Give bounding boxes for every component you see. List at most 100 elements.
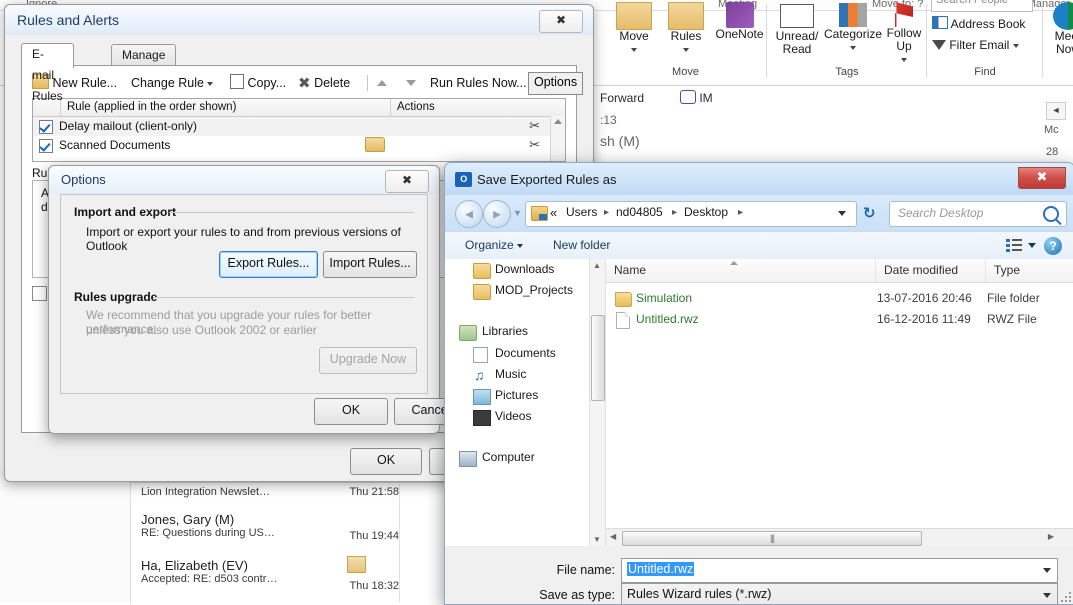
ribbon-button-unread-read[interactable]: Unread/ Read — [770, 2, 824, 56]
address-bar[interactable]: « Users ▸ nd04805 ▸ Desktop ▸ — [525, 201, 857, 227]
rules-grid-col-actions[interactable]: Actions — [391, 99, 538, 116]
scrollbar-thumb[interactable] — [591, 315, 605, 401]
chevron-down-icon[interactable] — [683, 47, 689, 52]
scroll-left-icon[interactable]: ◀ — [610, 532, 616, 541]
column-header-type[interactable]: Type — [986, 259, 1073, 282]
export-rules-button[interactable]: Export Rules... — [219, 251, 318, 278]
nav-pane-scrollbar[interactable]: ▲ ▼ — [589, 259, 605, 546]
table-row[interactable]: Simulation 13-07-2016 20:46 File folder — [606, 289, 1073, 310]
search-people-input[interactable]: Search People — [931, 0, 1033, 12]
ribbon-item-filter-email[interactable]: Filter Email — [932, 38, 1019, 52]
filter-email-icon — [932, 40, 946, 50]
todo-prev-button[interactable]: ◄ — [1046, 102, 1066, 120]
chevron-down-icon[interactable] — [631, 47, 637, 52]
rule-enabled-checkbox[interactable] — [39, 139, 53, 153]
refresh-icon[interactable]: ↻ — [863, 204, 876, 222]
ribbon-button-rules[interactable]: Rules — [660, 2, 712, 56]
nav-item-documents[interactable]: Documents — [495, 346, 556, 360]
music-icon: ♫ — [474, 367, 485, 383]
breadcrumb-desktop[interactable]: Desktop — [684, 205, 728, 219]
new-folder-button[interactable]: New folder — [553, 238, 610, 252]
ribbon-button-follow-up[interactable]: Follow Up — [882, 2, 926, 66]
reading-pane-im[interactable]: IM — [680, 90, 713, 105]
file-name-input[interactable]: Untitled.rwz — [621, 558, 1058, 583]
copy-button[interactable]: Copy... — [230, 72, 286, 94]
close-icon[interactable]: ✖ — [539, 10, 583, 33]
forward-button[interactable]: ► — [483, 200, 511, 228]
chevron-down-icon[interactable] — [207, 81, 214, 86]
rules-dialog-titlebar[interactable]: Rules and Alerts ✖ — [5, 5, 593, 35]
nav-item-mod-projects[interactable]: MOD_Projects — [495, 283, 573, 297]
move-up-button[interactable] — [377, 80, 387, 86]
reading-pane-forward[interactable]: Forward — [600, 91, 644, 105]
import-export-description: Import or export your rules to and from … — [86, 225, 401, 253]
chevron-down-icon[interactable] — [838, 211, 846, 216]
close-icon[interactable]: ✖ — [1018, 167, 1066, 189]
change-rule-button[interactable]: Change Rule — [131, 72, 214, 94]
ribbon-button-meet-now[interactable]: Meet Now — [1046, 2, 1073, 56]
rules-grid-col-rule[interactable]: Rule (applied in the order shown) — [61, 99, 391, 116]
table-row[interactable]: Scanned Documents ✂ — [33, 136, 565, 155]
move-down-button[interactable] — [406, 80, 416, 86]
run-rules-now-button[interactable]: Run Rules Now... — [430, 72, 527, 94]
delete-button[interactable]: ✖ Delete — [298, 72, 350, 94]
back-button[interactable]: ◄ — [455, 200, 483, 228]
options-dialog-titlebar[interactable]: Options ✖ — [49, 166, 439, 194]
videos-icon — [473, 410, 491, 426]
tab-email-rules[interactable]: E-mail Rules — [21, 43, 74, 103]
nav-item-videos[interactable]: Videos — [495, 409, 531, 423]
rule-enabled-checkbox[interactable] — [39, 120, 53, 134]
rules-ok-button[interactable]: OK — [350, 448, 422, 475]
rules-grid-scrollbar[interactable] — [550, 116, 565, 161]
table-row[interactable]: Untitled.rwz 16-12-2016 11:49 RWZ File — [606, 310, 1073, 331]
recent-pages-icon[interactable]: ▼ — [513, 208, 522, 218]
chevron-down-icon[interactable] — [901, 57, 907, 62]
help-icon[interactable]: ? — [1044, 237, 1062, 255]
view-list-icon[interactable] — [1006, 239, 1022, 253]
file-list-pane: Name Date modified Type Simulation 13-07… — [606, 259, 1073, 546]
nav-item-downloads[interactable]: Downloads — [495, 262, 554, 276]
save-as-type-select[interactable]: Rules Wizard rules (*.rwz) — [621, 583, 1058, 604]
organize-button[interactable]: Organize — [465, 238, 524, 252]
scroll-down-icon[interactable]: ▼ — [593, 535, 601, 544]
chevron-down-icon[interactable] — [517, 243, 524, 248]
nav-item-libraries[interactable]: Libraries — [482, 324, 528, 338]
nav-item-music[interactable]: Music — [495, 367, 526, 381]
breadcrumb-sep: ▸ — [738, 207, 744, 218]
save-dialog-titlebar[interactable]: O Save Exported Rules as ✖ — [445, 163, 1073, 195]
breadcrumb-nd04805[interactable]: nd04805 — [616, 205, 663, 219]
column-header-date-modified[interactable]: Date modified — [876, 259, 986, 282]
nav-item-pictures[interactable]: Pictures — [495, 388, 538, 402]
view-dropdown-icon[interactable] — [1028, 243, 1036, 248]
import-rules-button[interactable]: Import Rules... — [323, 251, 417, 278]
chevron-down-icon[interactable] — [1043, 568, 1051, 573]
breadcrumb-users[interactable]: Users — [566, 205, 597, 219]
chevron-down-icon[interactable] — [1043, 593, 1051, 598]
scroll-up-icon[interactable]: ▲ — [593, 261, 601, 270]
ribbon-item-address-book[interactable]: Address Book — [932, 16, 1025, 31]
breadcrumb-prefix: « — [550, 205, 558, 220]
file-date: 13-07-2016 20:46 — [877, 291, 972, 305]
file-list-hscrollbar[interactable]: ◀ ||| ▶ — [606, 528, 1073, 546]
table-row[interactable]: Delay mailout (client-only) ✂ — [33, 117, 565, 136]
scroll-right-icon[interactable]: ▶ — [1048, 532, 1054, 541]
column-header-name[interactable]: Name — [606, 259, 876, 282]
ribbon-button-onenote[interactable]: OneNote — [712, 2, 767, 41]
list-item[interactable]: Lion Integration Newslet… Thu 21:58 — [141, 486, 441, 498]
nav-item-computer[interactable]: Computer — [482, 450, 535, 464]
options-button[interactable]: Options — [528, 72, 584, 95]
list-item[interactable]: Jones, Gary (M) RE: Questions during US…… — [141, 512, 441, 542]
resize-grip[interactable] — [1059, 590, 1071, 602]
scrollbar-thumb[interactable]: ||| — [622, 531, 922, 546]
ribbon-group-label-tags: Tags — [835, 66, 859, 78]
options-ok-button[interactable]: OK — [314, 398, 388, 425]
search-input[interactable]: Search Desktop — [889, 201, 1067, 227]
close-icon[interactable]: ✖ — [385, 170, 429, 193]
chevron-down-icon[interactable] — [1012, 43, 1019, 48]
list-item[interactable]: Ha, Elizabeth (EV) Accepted: RE: d503 co… — [141, 556, 441, 592]
chevron-down-icon[interactable] — [850, 45, 856, 50]
ribbon-button-categorize[interactable]: Categorize — [824, 2, 882, 54]
enable-rss-rules-checkbox[interactable] — [32, 286, 47, 301]
ribbon-button-move[interactable]: Move — [608, 2, 660, 56]
scroll-up-icon[interactable] — [554, 119, 562, 124]
